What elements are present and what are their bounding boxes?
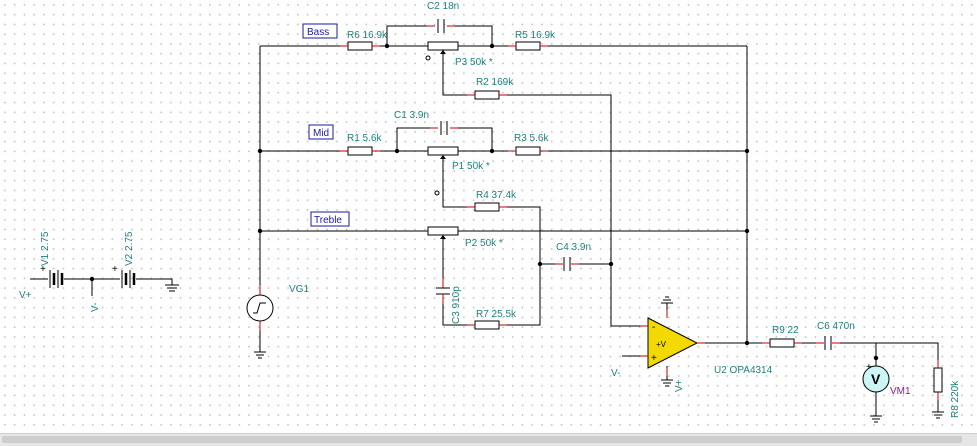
- resistor-r1[interactable]: [340, 146, 380, 156]
- label-r8: R8 220k: [950, 380, 961, 418]
- label-r7: R7 25.5k: [476, 309, 517, 320]
- label-r5: R5 16.9k: [515, 30, 556, 41]
- net-label-treble[interactable]: Treble: [310, 211, 350, 227]
- terminal-vplus-left: V+: [19, 290, 32, 301]
- label-v2: V2 2.75: [124, 231, 135, 266]
- ground-icon: [165, 284, 179, 292]
- capacitor-c2[interactable]: [427, 19, 455, 33]
- net-label-bass[interactable]: Bass: [302, 23, 338, 39]
- label-p3: P3 50k *: [455, 57, 493, 68]
- resistor-r9[interactable]: [762, 338, 802, 348]
- label-vg1: VG1: [289, 284, 309, 295]
- battery-v2[interactable]: [121, 270, 136, 288]
- schematic-canvas[interactable]: - + +V V Bass Mid Treble R6 16.9k C2 18n…: [0, 0, 977, 433]
- ground-icon: [932, 411, 944, 419]
- horizontal-scrollbar[interactable]: [0, 433, 977, 446]
- capacitor-c6[interactable]: [816, 336, 840, 350]
- terminal-vplus-opamp: V+: [674, 379, 685, 392]
- label-r4: R4 37.4k: [476, 190, 517, 201]
- net-label-mid[interactable]: Mid: [308, 124, 334, 140]
- capacitor-c1[interactable]: [430, 121, 458, 135]
- capacitor-c3[interactable]: [436, 278, 450, 304]
- net-label-bass-text: Bass: [307, 27, 329, 38]
- resistor-r7[interactable]: [467, 320, 507, 330]
- opamp-plus-symbol: +: [651, 353, 657, 364]
- label-c6: C6 470n: [817, 321, 855, 332]
- label-r1: R1 5.6k: [347, 133, 382, 144]
- voltmeter-plus: +: [866, 362, 872, 373]
- resistor-r3[interactable]: [508, 146, 548, 156]
- capacitor-c4[interactable]: [555, 257, 579, 271]
- potentiometer-p3[interactable]: [425, 41, 459, 61]
- net-label-treble-text: Treble: [314, 215, 342, 226]
- label-r3: R3 5.6k: [514, 133, 549, 144]
- battery-v1[interactable]: [49, 270, 64, 288]
- resistor-r2[interactable]: [467, 90, 507, 100]
- ground-icon: [870, 415, 882, 423]
- opamp-supply-symbol: +V: [656, 340, 667, 349]
- potentiometer-p2[interactable]: [427, 226, 459, 239]
- resistor-r4[interactable]: [467, 202, 507, 212]
- voltmeter-symbol: V: [871, 371, 881, 387]
- label-r2: R2 169k: [476, 77, 514, 88]
- label-r9: R9 22: [772, 325, 799, 336]
- label-p2: P2 50k *: [465, 238, 503, 249]
- label-c2: C2 18n: [427, 1, 459, 12]
- label-c3: C3 910p: [451, 286, 462, 324]
- opamp-u2[interactable]: - + +V: [640, 310, 705, 376]
- net-label-mid-text: Mid: [313, 128, 329, 139]
- label-u2: U2 OPA4314: [714, 365, 773, 376]
- ground-icon: [661, 296, 673, 304]
- label-c4: C4 3.9n: [556, 242, 591, 253]
- scrollbar-thumb[interactable]: [2, 436, 962, 443]
- resistor-r5[interactable]: [508, 41, 548, 51]
- resistor-r6[interactable]: [340, 41, 380, 51]
- label-vm1: VM1: [890, 386, 911, 397]
- ground-icon: [254, 351, 266, 359]
- opamp-minus-symbol: -: [652, 322, 655, 333]
- ground-icon: [661, 379, 673, 387]
- label-r6: R6 16.9k: [347, 30, 388, 41]
- battery-v1-plus: +: [40, 264, 46, 275]
- terminal-vminus-opamp: V-: [611, 368, 620, 379]
- label-v1: V1 2.75: [40, 231, 51, 266]
- signal-generator-vg1[interactable]: [246, 285, 274, 331]
- terminal-vminus-left: V-: [90, 303, 101, 312]
- label-c1: C1 3.9n: [394, 110, 429, 121]
- label-p1: P1 50k *: [452, 161, 490, 172]
- resistor-r8[interactable]: [933, 360, 943, 400]
- battery-v2-plus: +: [112, 264, 118, 275]
